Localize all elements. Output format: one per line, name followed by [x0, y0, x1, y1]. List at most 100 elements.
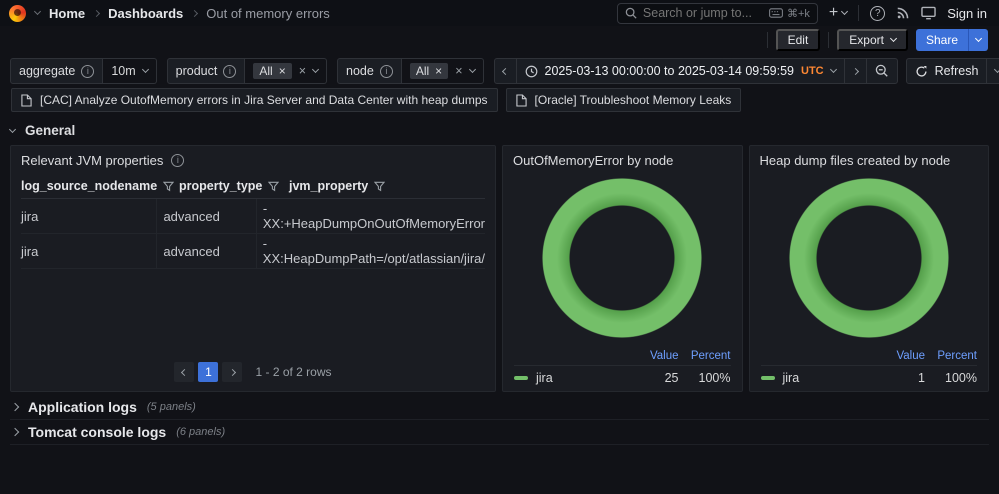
breadcrumb-home[interactable]: Home [49, 6, 85, 21]
row-general-title: General [25, 123, 76, 138]
clear-all-icon[interactable]: × [455, 64, 462, 78]
pagination-prev-button[interactable] [174, 362, 195, 382]
cell-log-source-nodename: jira [21, 234, 158, 268]
export-button[interactable]: Export [837, 29, 908, 51]
timezone-label: UTC [801, 65, 824, 77]
cell-property-type: advanced [157, 234, 257, 268]
breadcrumb-current: Out of memory errors [206, 5, 330, 21]
help-button[interactable]: ? [870, 5, 886, 21]
add-new-button[interactable]: + [829, 5, 849, 21]
breadcrumb-dashboards[interactable]: Dashboards [108, 6, 183, 21]
legend-header-percent[interactable]: Percent [925, 350, 977, 362]
cell-log-source-nodename: jira [21, 199, 158, 233]
filter-funnel-icon[interactable] [374, 181, 386, 192]
series-name: jira [536, 371, 553, 385]
variable-aggregate-value[interactable]: 10m [103, 58, 157, 84]
chevron-left-icon [501, 67, 509, 75]
table-pagination: 1 1 - 2 of 2 rows [11, 362, 495, 382]
panel-oom-by-node: OutOfMemoryError by node Value Percent j… [502, 145, 743, 392]
template-variables: aggregate i 10m product i All × × node i… [10, 58, 484, 84]
chevron-right-icon [191, 9, 199, 17]
remove-option-icon[interactable]: × [279, 64, 286, 78]
chip-label: All [415, 64, 430, 78]
legend-header-value[interactable]: Value [635, 350, 679, 362]
table-header-row: log_source_nodename property_type jvm_pr… [21, 174, 485, 199]
legend-row: jira 1 100% [760, 366, 977, 385]
panel-title[interactable]: Relevant JVM properties i [11, 146, 495, 172]
filter-funnel-icon[interactable] [268, 181, 280, 192]
donut-ring [542, 178, 703, 338]
breadcrumb: Home Dashboards Out of memory errors [49, 6, 330, 21]
panel-title-text: OutOfMemoryError by node [513, 153, 674, 168]
share-button[interactable]: Share [915, 29, 968, 51]
panels-row: Relevant JVM properties i log_source_nod… [0, 145, 999, 392]
export-label: Export [849, 33, 884, 47]
panel-title[interactable]: Heap dump files created by node [750, 146, 989, 172]
info-icon: i [379, 64, 393, 78]
share-split-button: Share [915, 29, 988, 51]
question-circle-icon: ? [870, 5, 886, 21]
remove-option-icon[interactable]: × [435, 64, 442, 78]
panel-title-text: Heap dump files created by node [759, 153, 951, 168]
time-range-picker[interactable]: 2025-03-13 00:00:00 to 2025-03-14 09:59:… [515, 58, 845, 84]
panel-jvm-properties: Relevant JVM properties i log_source_nod… [10, 145, 496, 392]
zoom-out-time-button[interactable] [865, 58, 898, 84]
zoom-out-icon [875, 64, 888, 77]
row-title: Tomcat console logs [28, 424, 167, 440]
chevron-down-icon [994, 65, 999, 74]
table-row: jira advanced -XX:+HeapDumpOnOutOfMemory… [21, 199, 485, 234]
time-shift-forward-button[interactable] [843, 58, 867, 84]
time-shift-back-button[interactable] [493, 58, 517, 84]
series-color-icon [760, 376, 775, 380]
dashboard-link-oracle[interactable]: [Oracle] Troubleshoot Memory Leaks [505, 88, 742, 112]
sign-in-link[interactable]: Sign in [947, 6, 987, 21]
info-icon: i [223, 64, 237, 78]
column-header-log-source-nodename[interactable]: log_source_nodename [21, 179, 175, 193]
variable-product-label: product i [166, 58, 246, 84]
variable-value-text: 10m [111, 64, 136, 78]
search-box[interactable]: ⌘+k [616, 2, 818, 24]
selected-option-chip: All × [409, 63, 449, 79]
row-tomcat-console-logs[interactable]: Tomcat console logs (6 panels) [10, 420, 989, 445]
variable-label-text: node [346, 64, 374, 78]
legend-series[interactable]: jira [514, 371, 635, 385]
clear-all-icon[interactable]: × [299, 64, 306, 78]
panel-title[interactable]: OutOfMemoryError by node [503, 146, 742, 172]
refresh-interval-button[interactable] [986, 58, 999, 84]
column-header-property-type[interactable]: property_type [173, 179, 283, 193]
dashboard-link-cac[interactable]: [CAC] Analyze OutofMemory errors in Jira… [11, 88, 498, 112]
kiosk-mode-button[interactable] [921, 6, 936, 20]
submenu-bar: aggregate i 10m product i All × × node i… [0, 54, 999, 88]
refresh-button[interactable]: Refresh [905, 58, 988, 84]
variable-product-value[interactable]: All × × [245, 58, 328, 84]
clock-icon [525, 65, 537, 77]
news-button[interactable] [896, 6, 910, 20]
time-controls: 2025-03-13 00:00:00 to 2025-03-14 09:59:… [493, 58, 999, 84]
dashboard-links: [CAC] Analyze OutofMemory errors in Jira… [0, 88, 999, 112]
refresh-label: Refresh [934, 64, 979, 78]
legend-header-value[interactable]: Value [881, 350, 925, 362]
legend-series[interactable]: jira [760, 371, 882, 385]
keyboard-icon [769, 8, 783, 18]
row-general-header[interactable]: General [0, 112, 999, 145]
dashboard-link-label: [CAC] Analyze OutofMemory errors in Jira… [40, 93, 488, 107]
org-switcher-chevron-icon[interactable] [33, 7, 42, 16]
pagination-next-button[interactable] [222, 362, 243, 382]
grafana-logo[interactable] [9, 4, 26, 22]
panel-title-text: Relevant JVM properties [21, 153, 164, 168]
chevron-down-icon [974, 34, 983, 43]
share-menu-button[interactable] [968, 29, 988, 51]
pagination-page-1[interactable]: 1 [198, 362, 219, 382]
donut-chart [750, 178, 989, 338]
search-input[interactable] [642, 6, 763, 20]
edit-button[interactable]: Edit [775, 29, 821, 51]
rss-icon [897, 7, 909, 19]
legend-header-percent[interactable]: Percent [679, 350, 731, 362]
row-application-logs[interactable]: Application logs (5 panels) [10, 395, 989, 420]
variable-node-value[interactable]: All × × [401, 58, 484, 84]
donut-chart [503, 178, 742, 338]
series-color-icon [514, 376, 528, 380]
cell-property-type: advanced [157, 199, 257, 233]
series-percent: 100% [698, 371, 731, 385]
column-header-jvm-property[interactable]: jvm_property [283, 179, 485, 193]
